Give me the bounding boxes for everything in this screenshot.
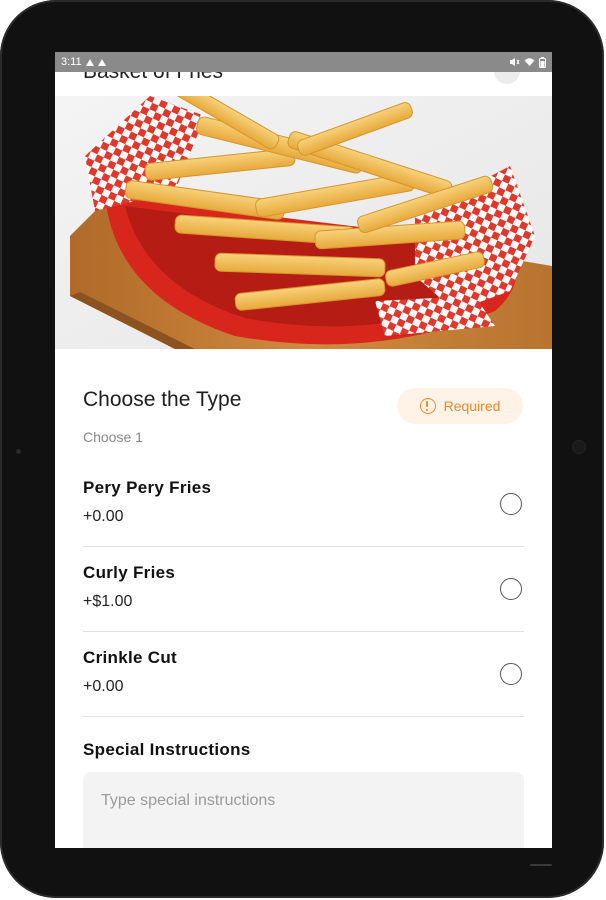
wifi-icon xyxy=(524,58,535,66)
mute-icon xyxy=(510,58,520,66)
divider xyxy=(83,546,524,547)
status-bar: 3:11 xyxy=(55,52,552,72)
front-camera xyxy=(16,449,21,454)
radio-button[interactable] xyxy=(500,493,522,515)
option-name: Pery Pery Fries xyxy=(83,478,212,497)
option-curly-fries[interactable]: Curly Fries +$1.00 xyxy=(83,563,524,647)
fries-image xyxy=(55,96,552,349)
divider xyxy=(83,631,524,632)
alert-icon xyxy=(419,398,436,414)
radio-button[interactable] xyxy=(500,578,522,600)
warning-icon xyxy=(97,58,106,66)
status-time: 3:11 xyxy=(61,56,82,68)
required-badge: Required xyxy=(397,388,523,424)
item-image xyxy=(55,96,552,349)
divider xyxy=(83,716,524,717)
warning-icon xyxy=(85,58,94,66)
choice-title: Choose the Type xyxy=(83,388,242,411)
option-price: +0.00 xyxy=(83,508,124,525)
option-name: Crinkle Cut xyxy=(83,648,177,667)
choice-subtitle: Choose 1 xyxy=(83,429,143,445)
radio-button[interactable] xyxy=(500,663,522,685)
sensor xyxy=(572,440,586,454)
option-price: +0.00 xyxy=(83,678,124,695)
screen: 3:11 Basket of Fries xyxy=(55,52,552,848)
option-crinkle-cut[interactable]: Crinkle Cut +0.00 xyxy=(83,648,524,732)
option-name: Curly Fries xyxy=(83,563,176,582)
required-label: Required xyxy=(443,398,501,414)
special-instructions-input[interactable] xyxy=(83,772,524,848)
option-price: +$1.00 xyxy=(83,593,133,610)
nav-hint xyxy=(530,864,552,866)
option-pery-pery-fries[interactable]: Pery Pery Fries +0.00 xyxy=(83,478,524,562)
tablet-frame: 3:11 Basket of Fries xyxy=(0,0,604,898)
battery-icon xyxy=(539,56,546,68)
special-instructions-title: Special Instructions xyxy=(83,740,251,759)
